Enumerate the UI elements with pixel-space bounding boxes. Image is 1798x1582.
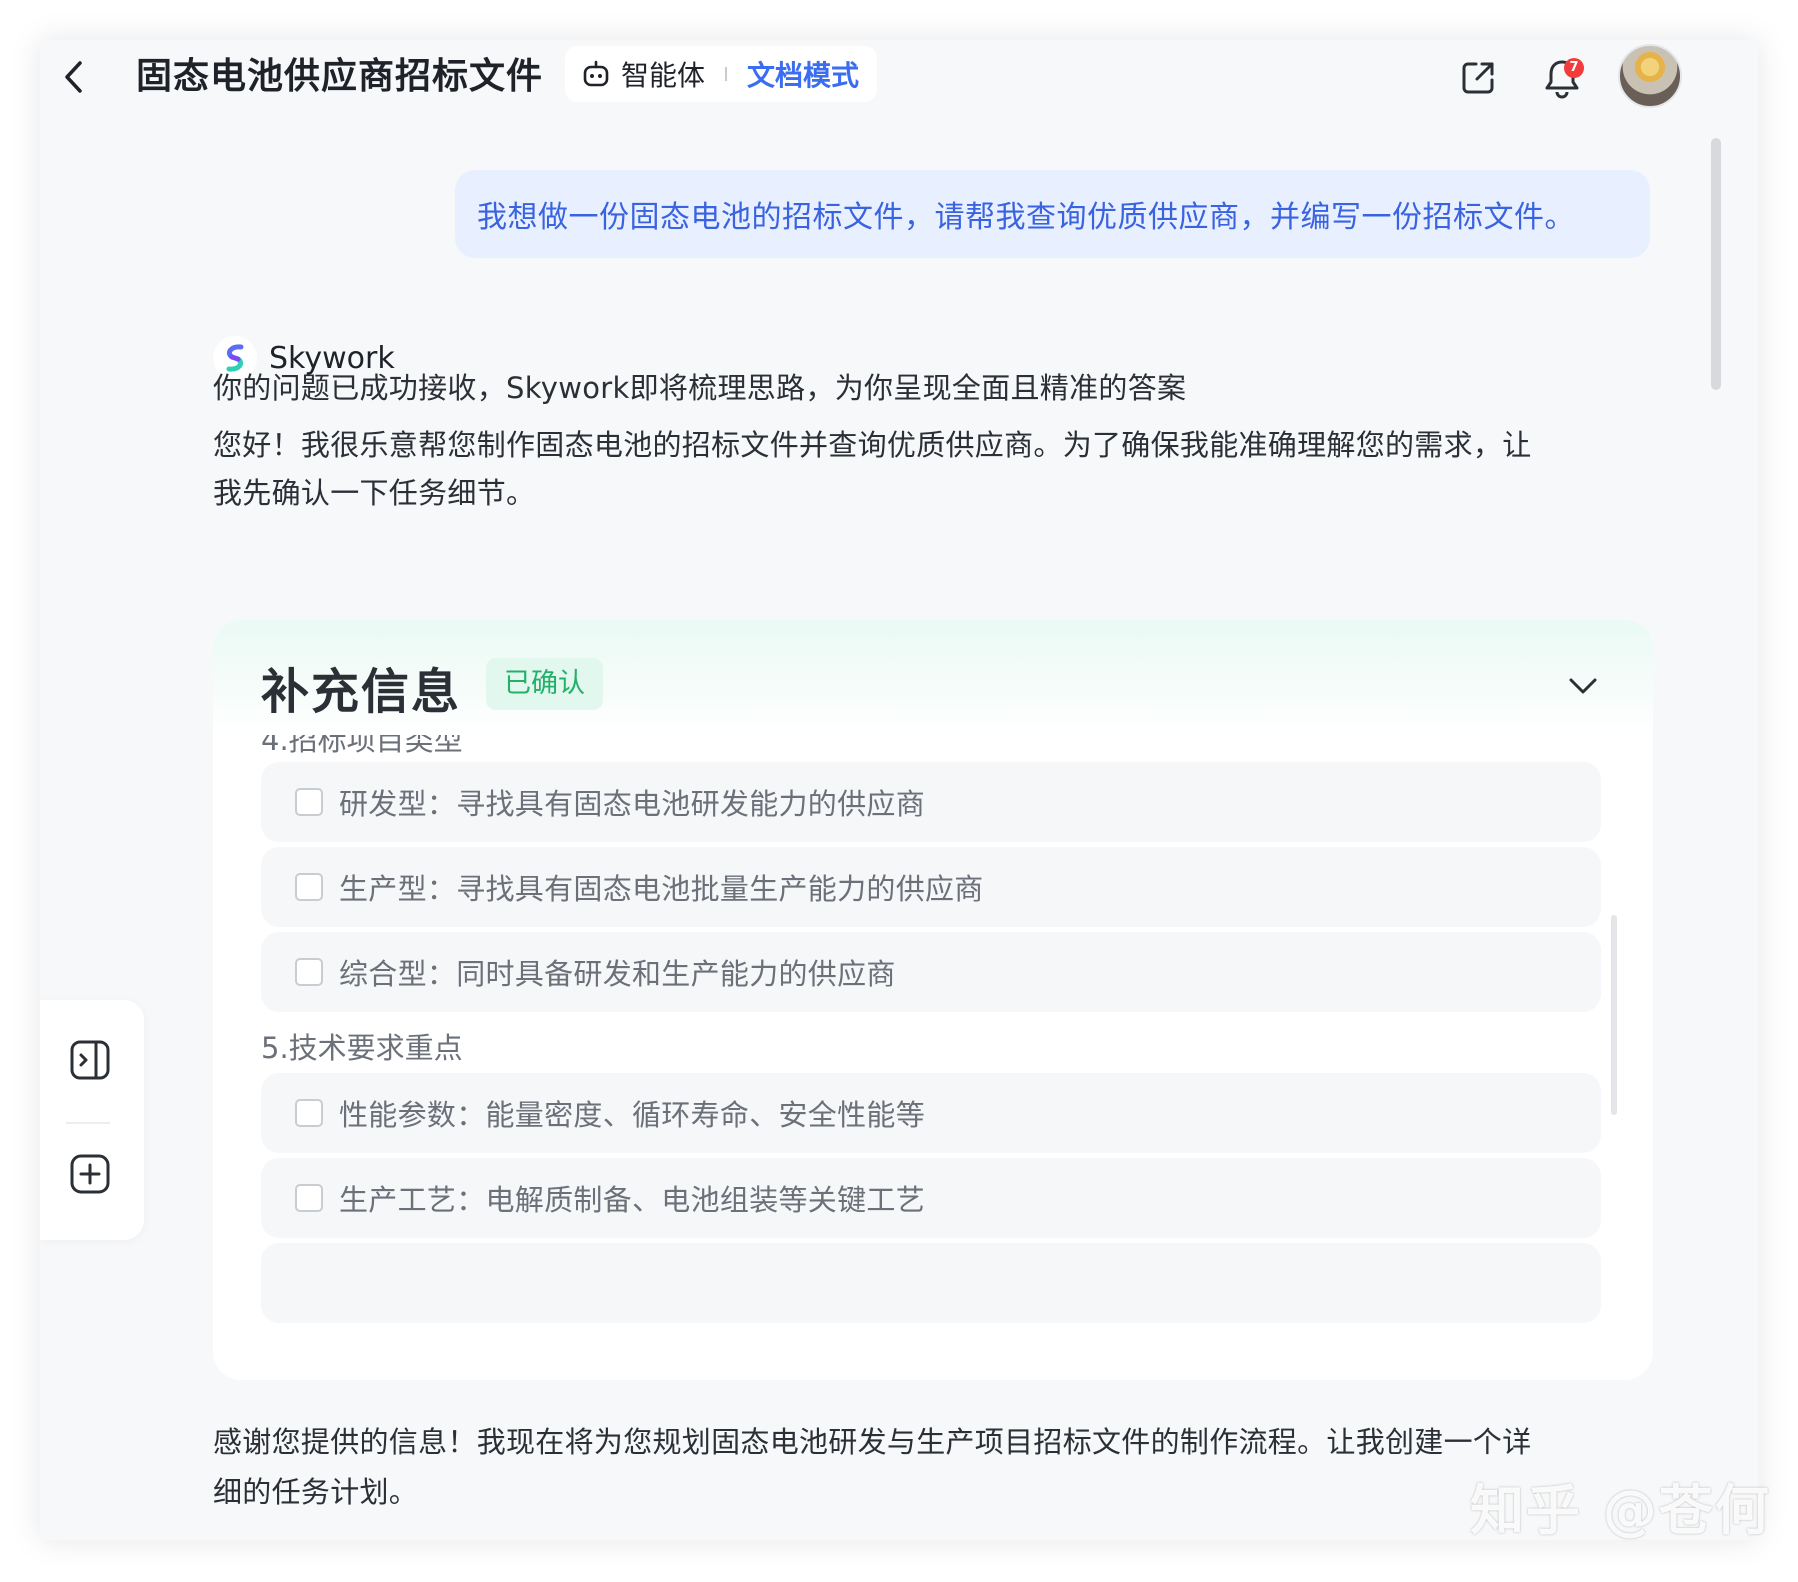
option-integrated-type[interactable]: 综合型：同时具备研发和生产能力的供应商 (261, 932, 1601, 1012)
option-label: 研发型：寻找具有固态电池研发能力的供应商 (339, 787, 926, 821)
card-header: 补充信息 已确认 (213, 620, 1653, 735)
main-scrollbar-thumb[interactable] (1711, 138, 1721, 390)
assistant-followup-line-2: 细的任务计划。 (213, 1475, 419, 1509)
document-title: 固态电池供应商招标文件 (136, 56, 544, 97)
confirmed-badge: 已确认 (486, 658, 603, 710)
user-message-bubble: 我想做一份固态电池的招标文件，请帮我查询优质供应商，并编写一份招标文件。 (455, 170, 1650, 258)
sidebar-toggle-icon (70, 1040, 110, 1080)
card-scroll-area[interactable]: 4.招标项目类型 研发型：寻找具有固态电池研发能力的供应商 生产型：寻找具有固态… (213, 735, 1653, 1380)
add-icon (70, 1154, 110, 1194)
checkbox[interactable] (295, 873, 323, 901)
option-performance-params[interactable]: 性能参数：能量密度、循环寿命、安全性能等 (261, 1073, 1601, 1153)
assistant-intro-line-2: 我先确认一下任务细节。 (213, 476, 536, 510)
assistant-ack-text: 你的问题已成功接收，Skywork即将梳理思路，为你呈现全面且精准的答案 (213, 371, 1187, 405)
notifications-button[interactable]: 7 (1534, 50, 1590, 106)
share-button[interactable] (1450, 50, 1506, 106)
back-arrow-icon (65, 61, 82, 93)
document-mode-label[interactable]: 文档模式 (747, 54, 859, 94)
agent-mode-label[interactable]: 智能体 (621, 54, 705, 94)
back-button[interactable] (54, 52, 94, 102)
checkbox[interactable] (295, 958, 323, 986)
option-production-process[interactable]: 生产工艺：电解质制备、电池组装等关键工艺 (261, 1158, 1601, 1238)
option-label: 性能参数：能量密度、循环寿命、安全性能等 (339, 1098, 926, 1132)
collapse-card-button[interactable] (1561, 664, 1605, 708)
share-icon (1462, 62, 1494, 94)
option-rnd-type[interactable]: 研发型：寻找具有固态电池研发能力的供应商 (261, 762, 1601, 842)
assistant-followup-line-1: 感谢您提供的信息！我现在将为您规划固态电池研发与生产项目招标文件的制作流程。让我… (213, 1425, 1532, 1459)
robot-icon (583, 60, 609, 87)
option-next-partial[interactable] (261, 1243, 1601, 1323)
chevron-down-icon (1569, 678, 1597, 694)
sidebar-toggle-button[interactable] (60, 1030, 120, 1090)
mode-divider (725, 67, 728, 81)
supplementary-info-card: 补充信息 已确认 4.招标项目类型 研发型：寻找具有固态电池研发能力的供应商 生… (213, 620, 1653, 1380)
option-label: 综合型：同时具备研发和生产能力的供应商 (339, 957, 896, 991)
app-window: 固态电池供应商招标文件 智能体 文档模式 7 我想做一份固态电池的招标文件，请帮… (40, 40, 1758, 1540)
watermark: 知乎 @苍何 (1470, 1479, 1771, 1542)
card-scrollbar[interactable] (1611, 915, 1617, 1115)
checkbox[interactable] (295, 788, 323, 816)
checkbox[interactable] (295, 1099, 323, 1127)
toolbar-divider (66, 1122, 110, 1124)
option-label: 生产工艺：电解质制备、电池组装等关键工艺 (339, 1183, 926, 1217)
assistant-intro-line-1: 您好！我很乐意帮您制作固态电池的招标文件并查询优质供应商。为了确保我能准确理解您… (213, 428, 1532, 462)
mode-switcher[interactable]: 智能体 文档模式 (565, 46, 878, 102)
new-chat-button[interactable] (60, 1144, 120, 1204)
user-avatar[interactable] (1618, 44, 1682, 108)
checkbox[interactable] (295, 1184, 323, 1212)
section-4-label: 4.招标项目类型 (261, 735, 463, 757)
side-toolbar (40, 1000, 144, 1240)
notification-badge: 7 (1564, 58, 1584, 78)
option-production-type[interactable]: 生产型：寻找具有固态电池批量生产能力的供应商 (261, 847, 1601, 927)
section-5-label: 5.技术要求重点 (261, 1031, 463, 1065)
card-title: 补充信息 (261, 664, 462, 720)
option-label: 生产型：寻找具有固态电池批量生产能力的供应商 (339, 872, 984, 906)
